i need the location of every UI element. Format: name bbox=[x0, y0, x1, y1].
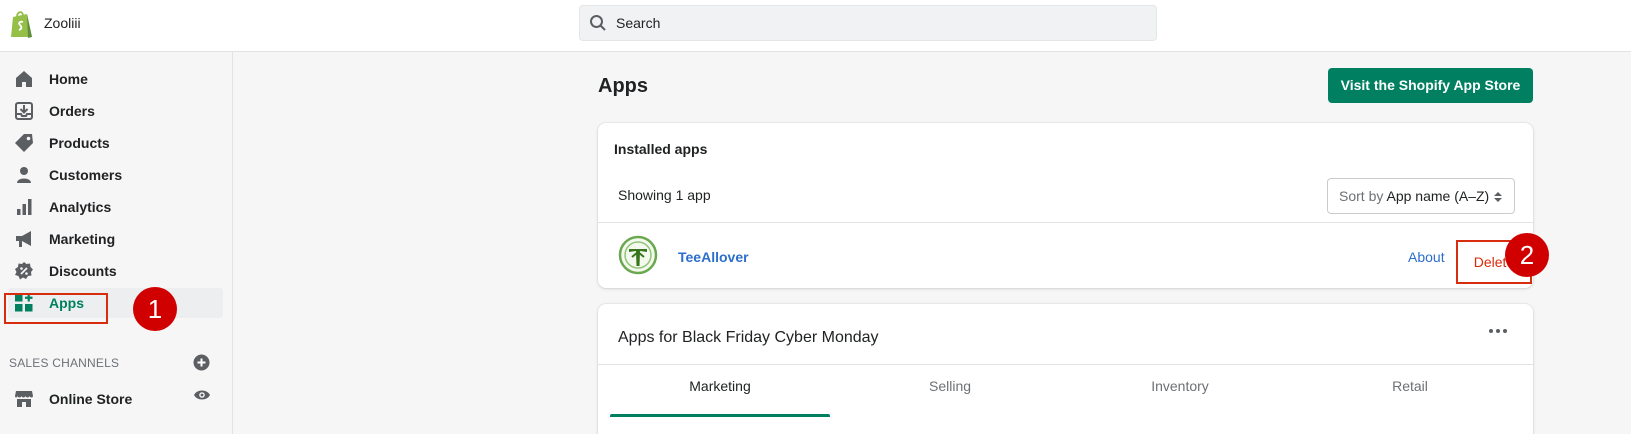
sort-prefix: Sort by bbox=[1339, 188, 1384, 204]
sidebar-item-marketing[interactable]: Marketing bbox=[8, 224, 223, 254]
sidebar-item-discounts[interactable]: Discounts bbox=[8, 256, 223, 286]
home-icon bbox=[16, 71, 32, 87]
megaphone-icon bbox=[16, 231, 31, 247]
about-link[interactable]: About bbox=[1408, 249, 1445, 265]
sort-select[interactable]: Sort by App name (A–Z) bbox=[1327, 178, 1515, 214]
showing-count: Showing 1 app bbox=[618, 187, 711, 203]
sales-channels-label: SALES CHANNELS bbox=[9, 356, 120, 370]
sidebar-item-label: Customers bbox=[49, 167, 123, 183]
sidebar-item-label: Analytics bbox=[49, 199, 112, 215]
tab-retail[interactable]: Retail bbox=[1300, 378, 1520, 414]
sidebar-item-online-store[interactable]: Online Store bbox=[8, 384, 223, 414]
search-icon bbox=[590, 15, 606, 31]
select-arrows-icon bbox=[1494, 192, 1502, 202]
more-actions-icon[interactable] bbox=[1488, 324, 1508, 338]
app-name-link[interactable]: TeeAllover bbox=[678, 249, 749, 265]
bfcm-title: Apps for Black Friday Cyber Monday bbox=[618, 329, 879, 346]
sidebar-item-label: Discounts bbox=[49, 263, 117, 279]
add-sales-channel-icon[interactable] bbox=[193, 354, 210, 371]
shopify-logo-icon[interactable] bbox=[9, 9, 35, 39]
page-title: Apps bbox=[598, 75, 648, 97]
apps-highlight-box bbox=[4, 293, 108, 324]
store-name[interactable]: Zooliii bbox=[44, 15, 81, 31]
bar-chart-icon bbox=[17, 199, 32, 215]
sidebar-item-label: Marketing bbox=[49, 231, 116, 247]
tab-marketing[interactable]: Marketing bbox=[610, 378, 830, 414]
sidebar-item-orders[interactable]: Orders bbox=[8, 96, 223, 126]
active-tab-indicator bbox=[610, 414, 830, 417]
search-bar[interactable] bbox=[579, 5, 1157, 41]
teeallover-app-logo bbox=[618, 235, 658, 275]
sidebar-item-label: Online Store bbox=[49, 391, 133, 407]
tab-selling[interactable]: Selling bbox=[840, 378, 1060, 414]
step-badge-2: 2 bbox=[1505, 233, 1549, 277]
sidebar-item-label: Orders bbox=[49, 103, 95, 119]
sort-value: App name (A–Z) bbox=[1386, 188, 1490, 204]
divider bbox=[598, 222, 1533, 223]
tag-icon bbox=[15, 134, 33, 152]
sidebar: Home Orders Products Customers Analytics… bbox=[0, 52, 233, 434]
installed-apps-title: Installed apps bbox=[614, 141, 708, 157]
top-bar: Zooliii bbox=[0, 0, 1631, 52]
divider bbox=[598, 364, 1533, 365]
sidebar-item-customers[interactable]: Customers bbox=[8, 160, 223, 190]
visit-app-store-button[interactable]: Visit the Shopify App Store bbox=[1328, 68, 1533, 103]
installed-apps-card: Installed apps Showing 1 app Sort by App… bbox=[598, 123, 1533, 288]
step-badge-1: 1 bbox=[133, 287, 177, 331]
search-input[interactable] bbox=[616, 6, 1136, 40]
sidebar-item-label: Products bbox=[49, 135, 110, 151]
sidebar-item-products[interactable]: Products bbox=[8, 128, 223, 158]
orders-icon bbox=[15, 102, 33, 120]
store-icon bbox=[15, 391, 33, 407]
sidebar-item-label: Home bbox=[49, 71, 88, 87]
tab-inventory[interactable]: Inventory bbox=[1070, 378, 1290, 414]
sidebar-item-home[interactable]: Home bbox=[8, 64, 223, 94]
person-icon bbox=[17, 167, 31, 183]
bfcm-apps-card: Apps for Black Friday Cyber Monday Marke… bbox=[598, 304, 1533, 434]
eye-icon[interactable] bbox=[193, 388, 211, 402]
discount-icon bbox=[15, 262, 33, 280]
sidebar-item-analytics[interactable]: Analytics bbox=[8, 192, 223, 222]
